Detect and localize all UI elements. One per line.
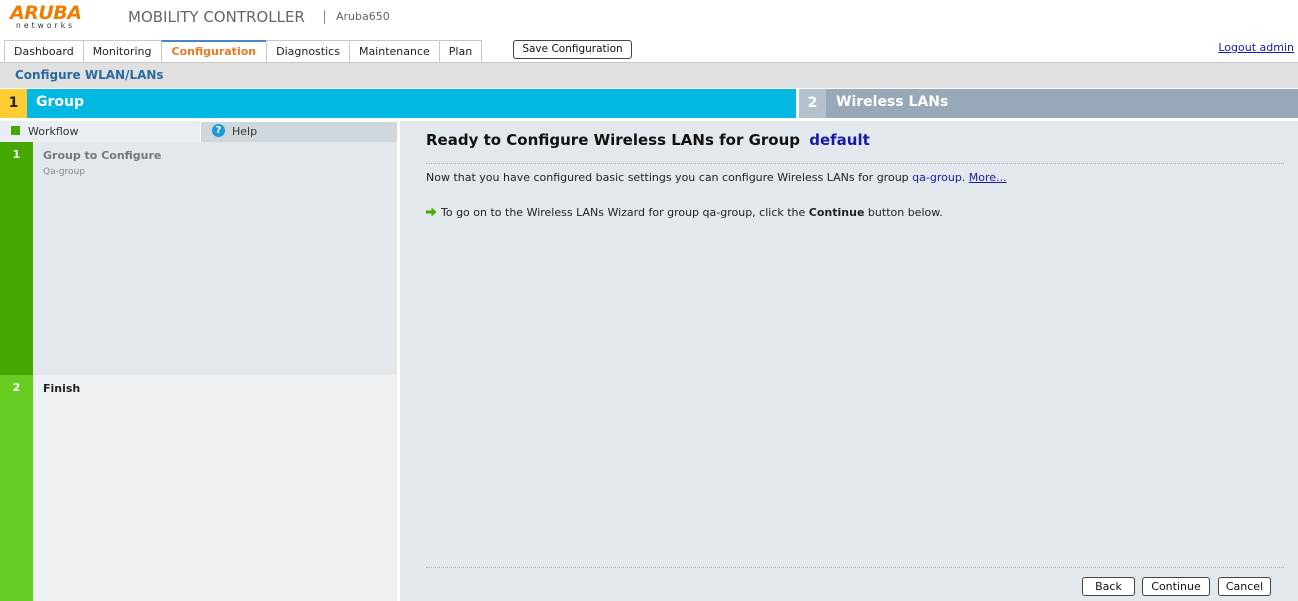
step-label: Group — [36, 94, 85, 110]
workflow-step-number: 2 — [12, 381, 21, 394]
workflow-step-title: Group to Configure — [43, 149, 162, 162]
step-number: 1 — [0, 89, 27, 118]
main-tabs: Dashboard Monitoring Configuration Diagn… — [4, 40, 483, 62]
arrow-right-icon — [426, 207, 437, 217]
content-title: Ready to Configure Wireless LANs for Gro… — [426, 131, 870, 149]
footer-divider — [426, 567, 1284, 568]
device-name: Aruba650 — [336, 10, 390, 23]
intro-group-name: qa-group — [912, 171, 962, 184]
workflow-square-icon — [11, 126, 20, 135]
workflow-tab[interactable]: Workflow — [0, 121, 200, 142]
divider — [426, 163, 1284, 164]
step-number: 2 — [799, 89, 826, 118]
more-link[interactable]: More... — [969, 171, 1007, 184]
workflow-step-bar: 1 — [0, 142, 33, 375]
workflow-panel: Workflow ? Help 1 Group to Configure Qa-… — [0, 121, 397, 601]
continue-button[interactable]: Continue — [1142, 577, 1210, 596]
intro-paragraph: Now that you have configured basic setti… — [426, 171, 1007, 184]
workflow-step-subtitle: Qa-group — [43, 167, 85, 177]
page-subheader: Configure WLAN/LANs — [0, 62, 1298, 88]
save-configuration-button[interactable]: Save Configuration — [513, 40, 632, 59]
tab-plan[interactable]: Plan — [438, 40, 483, 62]
workflow-tab-label: Workflow — [28, 125, 79, 138]
tab-configuration[interactable]: Configuration — [160, 40, 268, 62]
cancel-button[interactable]: Cancel — [1218, 577, 1271, 596]
logo-subtext: networks — [16, 21, 76, 30]
intro-text: Now that you have configured basic setti… — [426, 171, 909, 184]
tab-maintenance[interactable]: Maintenance — [348, 40, 440, 62]
step-wireless-lans[interactable]: 2 Wireless LANs — [799, 89, 1298, 118]
workflow-step-number: 1 — [12, 148, 21, 161]
help-tab-label: Help — [232, 125, 258, 138]
main-content-panel: Ready to Configure Wireless LANs for Gro… — [400, 121, 1298, 601]
app-header: ARUBA networks MOBILITY CONTROLLER Aruba… — [0, 0, 1298, 40]
tab-dashboard[interactable]: Dashboard — [4, 40, 84, 62]
content-title-text: Ready to Configure Wireless LANs for Gro… — [426, 131, 801, 149]
content-title-group: default — [809, 131, 870, 149]
product-title: MOBILITY CONTROLLER — [128, 8, 305, 26]
workflow-step-title: Finish — [43, 382, 81, 395]
page-title: Configure WLAN/LANs — [15, 68, 164, 82]
next-instruction: To go on to the Wireless LANs Wizard for… — [426, 206, 943, 219]
back-button[interactable]: Back — [1082, 577, 1135, 596]
next-suffix-text: button below. — [867, 206, 943, 219]
step-label: Wireless LANs — [836, 94, 949, 110]
header-divider — [324, 10, 325, 24]
help-tab[interactable]: ? Help — [200, 121, 397, 142]
tab-monitoring[interactable]: Monitoring — [82, 40, 162, 62]
workflow-step-finish[interactable]: 2 Finish — [0, 375, 397, 601]
next-text: To go on to the Wireless LANs Wizard for… — [441, 206, 806, 219]
help-icon: ? — [212, 124, 225, 137]
aruba-logo: ARUBA networks — [10, 2, 104, 30]
step-group[interactable]: 1 Group — [0, 89, 796, 118]
next-bold-text: Continue — [808, 206, 865, 219]
workflow-step-group-to-configure[interactable]: 1 Group to Configure Qa-group — [0, 142, 397, 375]
logout-link[interactable]: Logout admin — [1218, 41, 1294, 54]
tab-diagnostics[interactable]: Diagnostics — [266, 40, 350, 62]
workflow-step-bar: 2 — [0, 375, 33, 601]
